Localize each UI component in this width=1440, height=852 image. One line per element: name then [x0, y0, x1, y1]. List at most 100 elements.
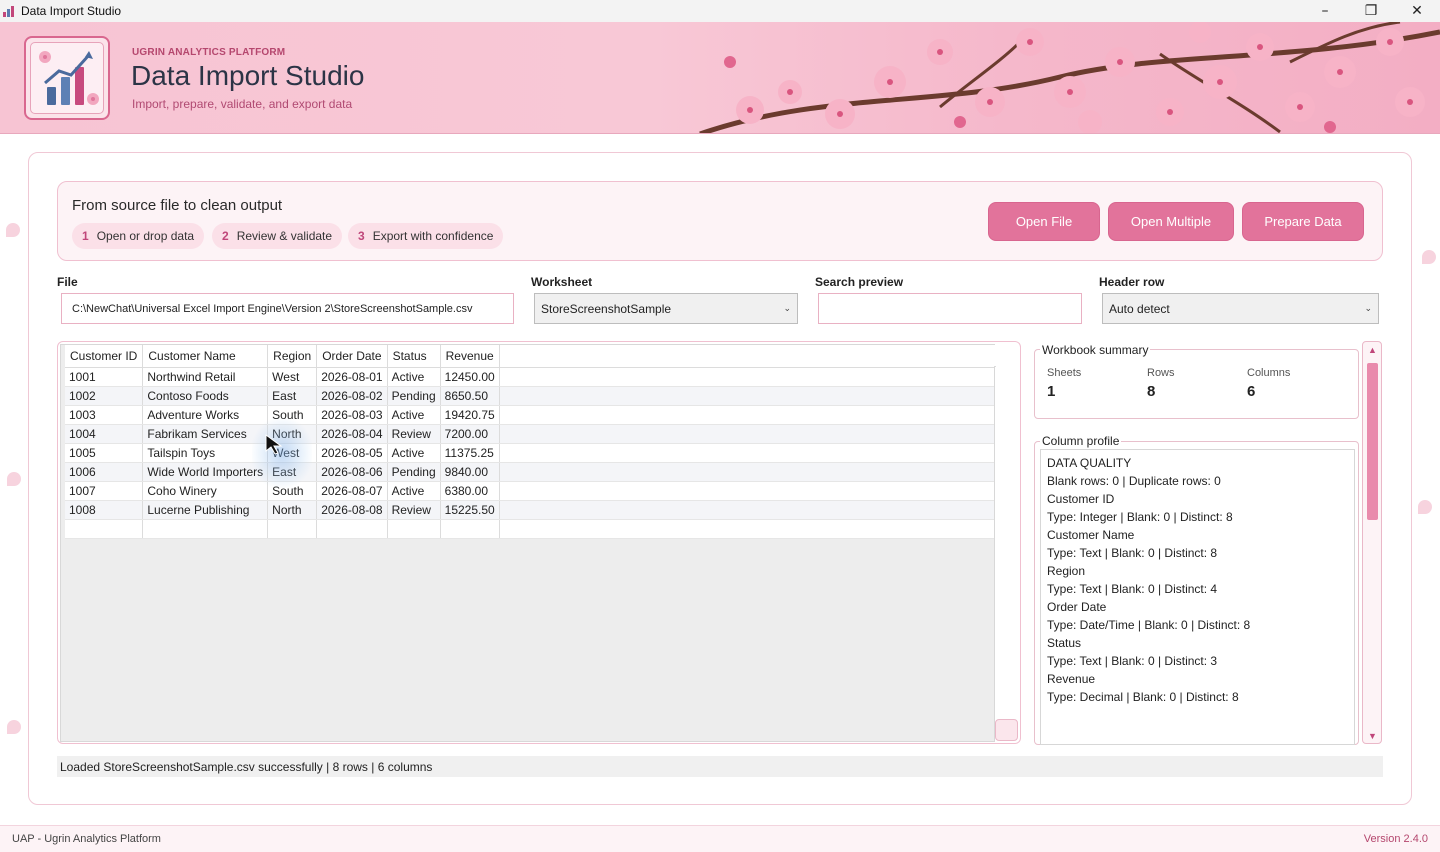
preview-grid[interactable]: Customer ID Customer Name Region Order D… — [60, 344, 996, 742]
table-cell[interactable]: 1005 — [65, 443, 144, 463]
close-icon[interactable]: ✕ — [1394, 0, 1440, 22]
table-cell[interactable]: North — [267, 500, 318, 520]
column-profile-text[interactable]: DATA QUALITY Blank rows: 0 | Duplicate ro… — [1040, 449, 1355, 745]
table-cell[interactable]: 19420.75 — [440, 405, 500, 425]
profile-heading: Status — [1047, 636, 1082, 650]
new-row[interactable] — [65, 519, 994, 539]
table-cell[interactable]: Active — [387, 405, 441, 425]
table-cell[interactable]: 1003 — [65, 405, 144, 425]
petal-decoration — [6, 223, 20, 237]
table-cell[interactable]: 2026-08-01 — [316, 367, 388, 387]
table-row[interactable]: 1003 Adventure Works South 2026-08-03 Active… — [65, 405, 994, 425]
table-cell[interactable]: Active — [387, 481, 441, 501]
table-cell[interactable]: 9840.00 — [440, 462, 500, 482]
minimize-icon[interactable]: – — [1302, 0, 1348, 22]
prepare-data-button[interactable]: Prepare Data — [1242, 202, 1364, 241]
table-cell-empty[interactable] — [316, 519, 388, 539]
table-cell[interactable]: 1001 — [65, 367, 144, 387]
table-cell[interactable]: Pending — [387, 386, 441, 406]
table-cell[interactable]: Northwind Retail — [142, 367, 269, 387]
table-cell[interactable]: 1002 — [65, 386, 144, 406]
column-header[interactable]: Status — [387, 345, 441, 368]
table-cell-empty[interactable] — [267, 519, 318, 539]
table-cell[interactable]: Wide World Importers — [142, 462, 269, 482]
chart-logo-icon — [39, 51, 99, 105]
profile-detail: Type: Text | Blank: 0 | Distinct: 3 — [1047, 654, 1218, 668]
table-cell[interactable]: 1006 — [65, 462, 144, 482]
table-cell[interactable]: Tailspin Toys — [142, 443, 269, 463]
table-cell[interactable]: 1007 — [65, 481, 144, 501]
table-cell[interactable]: 15225.50 — [440, 500, 500, 520]
table-cell-empty[interactable] — [499, 519, 994, 539]
step-label: Open or drop data — [96, 229, 195, 243]
header-banner: UGRIN ANALYTICS PLATFORM Data Import Stu… — [0, 22, 1440, 134]
open-file-button[interactable]: Open File — [988, 202, 1100, 241]
table-cell[interactable]: 11375.25 — [440, 443, 500, 463]
step-number: 2 — [222, 229, 229, 243]
table-row[interactable]: 1006 Wide World Importers East 2026-08-06 Pe… — [65, 462, 994, 482]
table-cell[interactable]: Review — [387, 500, 441, 520]
table-cell[interactable]: Contoso Foods — [142, 386, 269, 406]
column-header[interactable]: Revenue — [440, 345, 500, 368]
table-cell[interactable]: Lucerne Publishing — [142, 500, 269, 520]
chevron-down-icon: ⌄ — [783, 303, 791, 313]
table-cell[interactable]: 1008 — [65, 500, 144, 520]
table-cell[interactable]: Pending — [387, 462, 441, 482]
search-input[interactable] — [818, 293, 1082, 324]
table-cell-empty[interactable] — [440, 519, 500, 539]
table-row[interactable]: 1007 Coho Winery South 2026-08-07 Active 6380… — [65, 481, 994, 501]
data-table[interactable]: Customer ID Customer Name Region Order D… — [65, 345, 994, 539]
file-path-field[interactable]: C:\NewChat\Universal Excel Import Engine… — [61, 293, 514, 324]
restore-icon[interactable]: ❐ — [1348, 0, 1394, 22]
table-row[interactable]: 1005 Tailspin Toys West 2026-08-05 Active 113… — [65, 443, 994, 463]
table-cell[interactable]: East — [267, 462, 318, 482]
table-cell[interactable]: Fabrikam Services — [142, 424, 269, 444]
profile-detail: Type: Integer | Blank: 0 | Distinct: 8 — [1047, 510, 1233, 524]
file-label: File — [57, 275, 78, 289]
table-cell-empty[interactable] — [387, 519, 441, 539]
table-cell[interactable]: Adventure Works — [142, 405, 269, 425]
table-cell[interactable]: Active — [387, 443, 441, 463]
worksheet-select[interactable]: StoreScreenshotSample ⌄ — [534, 293, 798, 324]
header-row-select[interactable]: Auto detect ⌄ — [1102, 293, 1379, 324]
table-cell-empty — [499, 462, 994, 482]
table-cell[interactable]: 2026-08-06 — [316, 462, 388, 482]
scroll-up-icon[interactable]: ▲ — [1368, 345, 1377, 355]
table-cell[interactable]: Review — [387, 424, 441, 444]
table-cell[interactable]: East — [267, 386, 318, 406]
table-cell[interactable]: South — [267, 405, 318, 425]
table-row[interactable]: 1002 Contoso Foods East 2026-08-02 Pending 86… — [65, 386, 994, 406]
table-cell[interactable]: 6380.00 — [440, 481, 500, 501]
table-cell[interactable]: 2026-08-02 — [316, 386, 388, 406]
scrollbar-thumb[interactable] — [1367, 363, 1378, 520]
table-cell-empty[interactable] — [142, 519, 269, 539]
table-cell-empty[interactable] — [65, 519, 144, 539]
steps-card: From source file to clean output 1 Open o… — [57, 181, 1383, 261]
table-cell[interactable]: 2026-08-05 — [316, 443, 388, 463]
panel-scrollbar[interactable]: ▲ ▼ — [1362, 341, 1382, 744]
table-cell[interactable]: 8650.50 — [440, 386, 500, 406]
table-cell[interactable]: West — [267, 367, 318, 387]
table-cell[interactable]: 2026-08-08 — [316, 500, 388, 520]
column-header[interactable]: Order Date — [316, 345, 388, 368]
table-cell[interactable]: 1004 — [65, 424, 144, 444]
column-header[interactable]: Customer Name — [142, 345, 269, 368]
column-header[interactable]: Region — [267, 345, 318, 368]
table-cell[interactable]: Active — [387, 367, 441, 387]
table-cell[interactable]: 12450.00 — [440, 367, 500, 387]
table-cell[interactable]: 2026-08-03 — [316, 405, 388, 425]
petal-decoration — [7, 720, 21, 734]
table-row[interactable]: 1001 Northwind Retail West 2026-08-01 Active… — [65, 367, 994, 387]
open-multiple-button[interactable]: Open Multiple — [1108, 202, 1234, 241]
profile-detail: Type: Text | Blank: 0 | Distinct: 8 — [1047, 546, 1218, 560]
table-row[interactable]: 1008 Lucerne Publishing North 2026-08-08 Rev… — [65, 500, 994, 520]
table-cell[interactable]: Coho Winery — [142, 481, 269, 501]
table-cell[interactable]: 7200.00 — [440, 424, 500, 444]
table-row[interactable]: 1004 Fabrikam Services North 2026-08-04 Revi… — [65, 424, 994, 444]
table-cell[interactable]: 2026-08-07 — [316, 481, 388, 501]
table-cell[interactable]: South — [267, 481, 318, 501]
table-header-row: Customer ID Customer Name Region Order D… — [65, 345, 994, 368]
table-cell[interactable]: 2026-08-04 — [316, 424, 388, 444]
scroll-down-icon[interactable]: ▼ — [1368, 731, 1377, 741]
column-header[interactable]: Customer ID — [65, 345, 144, 368]
